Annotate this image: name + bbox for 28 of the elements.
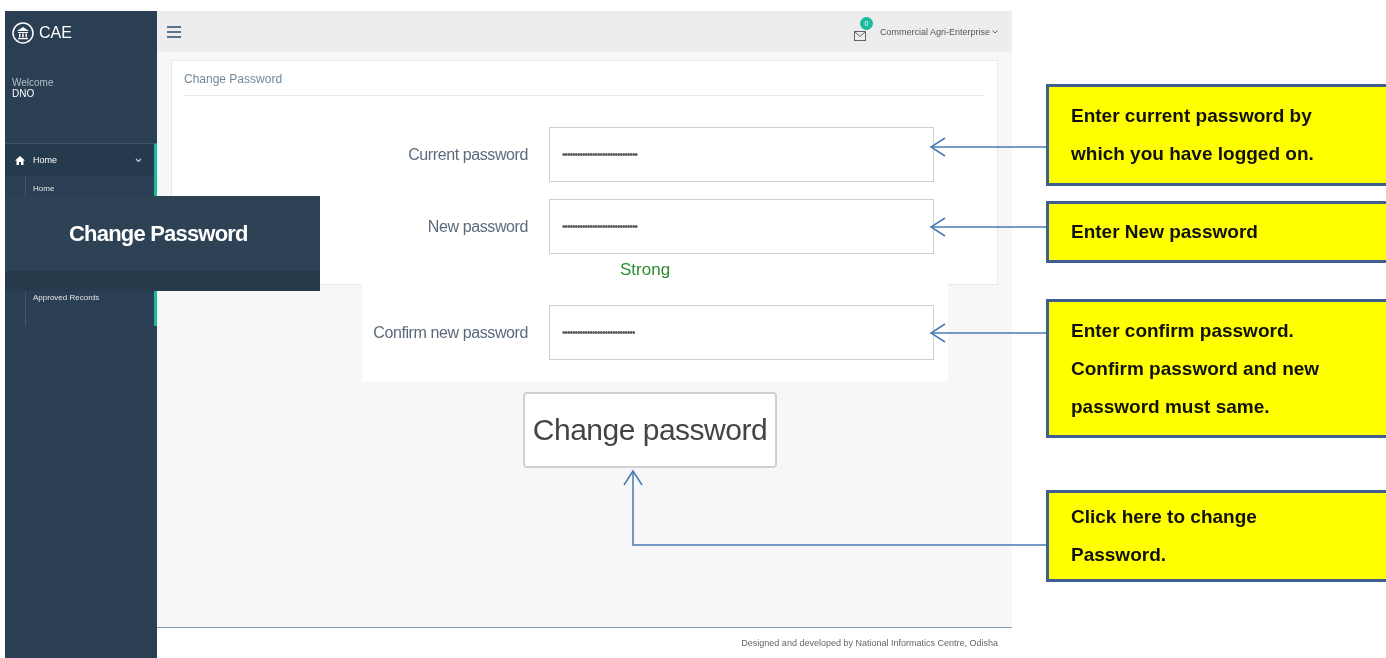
strength-indicator: Strong bbox=[620, 260, 671, 281]
submenu-item[interactable]: Approved Records bbox=[33, 293, 154, 302]
mail-icon[interactable] bbox=[853, 30, 866, 41]
field-label: Confirm new password bbox=[372, 323, 528, 342]
password-field[interactable]: •••••••••••••••••••••••••••••• bbox=[549, 199, 934, 254]
change-password-button[interactable]: Change password bbox=[523, 392, 777, 468]
callout-text: Enter current password by which you have logged on. bbox=[1071, 104, 1315, 166]
caret-icon bbox=[992, 29, 998, 34]
callout-text: Click here to change Password. bbox=[1071, 505, 1258, 567]
footer-credit: Designed and developed by National Informatics Centre, Odisha bbox=[741, 638, 998, 648]
app-logo-text: CAE bbox=[39, 24, 72, 42]
bank-logo-icon bbox=[12, 22, 34, 44]
chevron-icon bbox=[135, 156, 142, 164]
callout-text: Enter New password bbox=[1071, 220, 1259, 244]
submenu-item[interactable]: Home bbox=[33, 184, 154, 193]
field-label: New password bbox=[426, 217, 528, 236]
welcome-label: Welcome bbox=[12, 77, 55, 88]
password-field[interactable]: •••••••••••••••••••••••••••••• bbox=[549, 127, 934, 182]
menu-icon[interactable] bbox=[167, 25, 181, 38]
account-menu[interactable]: Commercial Agri-Enterprise bbox=[879, 26, 998, 37]
card-title: Change Password bbox=[184, 72, 985, 96]
password-field[interactable]: ••••••••••••••••••••••••••••• bbox=[549, 305, 934, 360]
menu-item[interactable]: Home bbox=[5, 143, 157, 176]
home-icon bbox=[15, 155, 25, 165]
user-name: DNO bbox=[12, 88, 36, 99]
callout-text: Enter confirm password. bbox=[1071, 318, 1295, 343]
callout-text: Confirm password and new password must same. bbox=[1071, 356, 1321, 419]
field-label: Current password bbox=[407, 145, 528, 164]
